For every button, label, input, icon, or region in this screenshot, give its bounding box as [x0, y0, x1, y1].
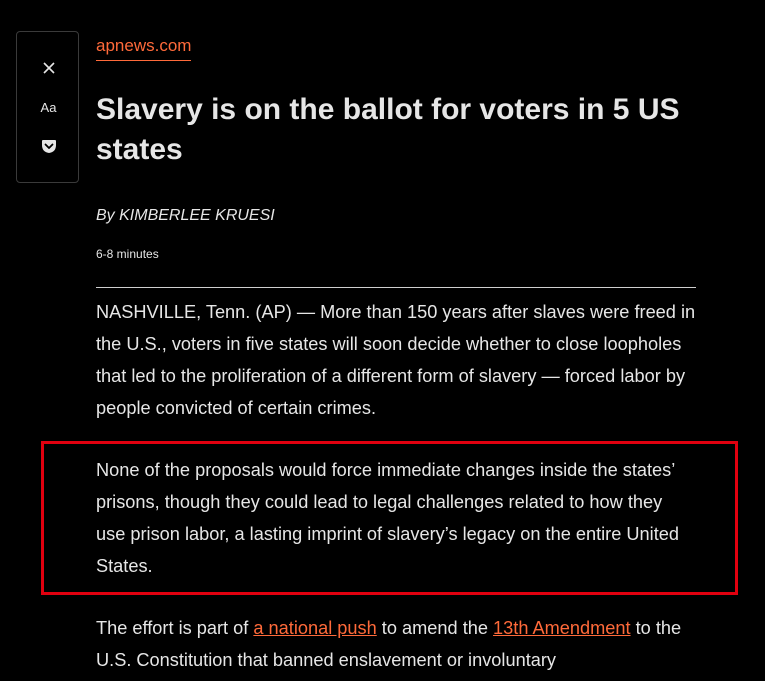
article-byline: By KIMBERLEE KRUESI [96, 207, 275, 224]
national-push-link[interactable]: a national push [253, 618, 376, 638]
header-divider [96, 287, 696, 288]
reading-time: 6-8 minutes [96, 247, 159, 261]
close-reader-button[interactable] [17, 56, 80, 80]
paragraph-3: The effort is part of a national push to… [96, 612, 696, 676]
pocket-icon [41, 140, 56, 153]
type-controls-button[interactable]: Aa [17, 98, 80, 118]
paragraph-3-text-1: The effort is part of [96, 618, 254, 638]
paragraph-3-text-2: to amend the [376, 618, 494, 638]
thirteenth-amendment-link[interactable]: 13th Amendment [493, 618, 631, 638]
type-settings-icon: Aa [40, 100, 57, 115]
paragraph-2: None of the proposals would force immedi… [96, 460, 679, 576]
reader-view: Aa apnews.com Slavery is on the ballot f… [0, 0, 765, 681]
paragraph-1: NASHVILLE, Tenn. (AP) — More than 150 ye… [96, 302, 696, 418]
close-icon [42, 62, 55, 74]
save-to-pocket-button[interactable] [17, 135, 80, 159]
reader-toolbar: Aa [16, 31, 79, 183]
article-title: Slavery is on the ballot for voters in 5… [96, 93, 680, 166]
article-domain-link[interactable]: apnews.com [96, 36, 192, 61]
